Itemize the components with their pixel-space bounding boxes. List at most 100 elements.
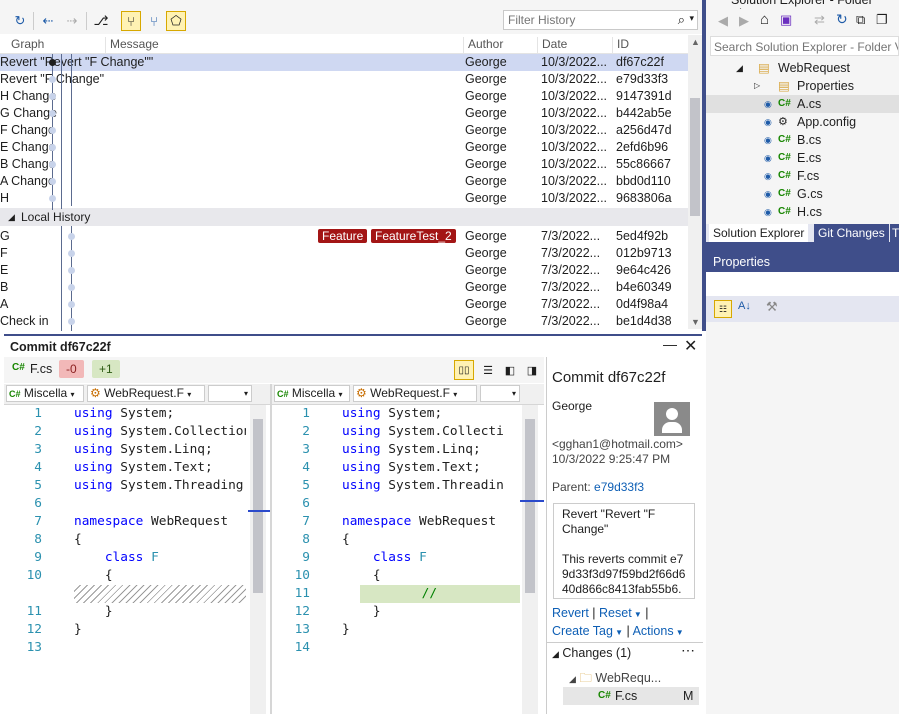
tree-item[interactable]: ◉ C# E.cs (706, 149, 899, 167)
code-line[interactable] (342, 495, 520, 513)
switch-view-icon[interactable]: ▣ (780, 12, 792, 28)
code-line[interactable]: { (342, 531, 520, 549)
right-project-combo[interactable]: C# Miscella ▾ (274, 385, 350, 402)
solution-search-input[interactable] (711, 37, 899, 56)
tab-solution-explorer[interactable]: Solution Explorer (709, 224, 809, 242)
sync-icon[interactable]: ⇄ (814, 12, 825, 28)
collapse-icon[interactable]: ◢ (552, 649, 559, 659)
inline-icon[interactable]: ☰ (478, 360, 498, 380)
tree-item[interactable]: ◉ C# G.cs (706, 185, 899, 203)
tree-item[interactable]: ◉ C# A.cs (706, 95, 899, 113)
code-line[interactable]: class F (74, 549, 246, 567)
compare-commits-icon[interactable]: ⎇ (91, 11, 111, 31)
go-to-parent-icon[interactable]: ⇢ (62, 11, 82, 31)
search-icon[interactable]: ⌕ (678, 12, 685, 28)
commit-row[interactable]: Check in George 7/3/2022... be1d4d38 (0, 313, 688, 330)
column-author[interactable]: Author (463, 37, 503, 53)
branch-tag[interactable]: FeatureTest_2 (371, 229, 456, 243)
refresh-icon[interactable]: ↻ (10, 11, 30, 31)
properties-object-combo[interactable] (706, 272, 899, 296)
tree-item[interactable]: ◉ C# F.cs (706, 167, 899, 185)
tab-team[interactable]: T (890, 224, 899, 242)
code-line[interactable]: class F (342, 549, 520, 567)
collapse-icon[interactable]: ◢ (569, 674, 576, 684)
column-id[interactable]: ID (612, 37, 629, 53)
code-line[interactable]: namespace WebRequest (74, 513, 246, 531)
code-line[interactable] (342, 639, 520, 657)
right-diff-editor[interactable]: C# Miscella ▾ ⚙ WebRequest.F ▾ ▾ 1 using … (272, 384, 544, 714)
go-to-child-icon[interactable]: ⇠ (38, 11, 58, 31)
property-pages-icon[interactable]: ⚒ (766, 299, 778, 315)
show-all-files-icon[interactable]: ❐ (876, 12, 888, 28)
column-graph[interactable]: Graph (7, 37, 44, 53)
reset-link[interactable]: Reset (599, 606, 632, 620)
code-line[interactable]: using System.Linq; (74, 441, 246, 459)
solution-search-box[interactable] (710, 36, 899, 56)
collapse-all-icon[interactable]: ⧉ (856, 12, 865, 28)
commit-row[interactable]: G Change George 10/3/2022... b442ab5e (0, 105, 688, 122)
code-line[interactable]: { (342, 567, 520, 585)
right-editor-scroll-thumb[interactable] (525, 419, 535, 593)
minimize-icon[interactable]: — (663, 336, 677, 352)
chevron-down-icon[interactable]: ▾ (689, 13, 694, 24)
filter-history-input[interactable] (504, 12, 670, 28)
code-line[interactable]: using System; (74, 405, 246, 423)
alphabetical-icon[interactable]: A↓ (738, 300, 751, 312)
code-line[interactable] (74, 495, 246, 513)
code-line[interactable] (74, 639, 246, 657)
create-tag-link[interactable]: Create Tag (552, 624, 613, 638)
refresh-icon[interactable]: ↻ (836, 11, 848, 28)
code-line[interactable]: { (74, 531, 246, 549)
tab-git-changes[interactable]: Git Changes (814, 224, 889, 242)
code-line[interactable]: using System.Text; (74, 459, 246, 477)
commit-row[interactable]: B Change George 10/3/2022... 55c86667 (0, 156, 688, 173)
left-project-combo[interactable]: C# Miscella ▾ (6, 385, 84, 402)
commit-row[interactable]: Revert "Revert "F Change"" George 10/3/202… (0, 54, 688, 71)
column-date[interactable]: Date (537, 37, 567, 53)
back-icon[interactable]: ◀ (718, 13, 728, 29)
code-line[interactable]: { (74, 567, 246, 585)
close-icon[interactable]: ✕ (684, 336, 697, 356)
code-line[interactable]: } (342, 603, 520, 621)
show-tags-icon[interactable]: ⬠ (166, 11, 186, 31)
tree-item[interactable]: ▷ ▤ Properties (706, 77, 899, 95)
show-first-parent-icon[interactable]: ⑂ (121, 11, 141, 31)
code-line[interactable]: } (74, 621, 246, 639)
code-line[interactable]: } (342, 621, 520, 639)
collapse-icon[interactable]: ◢ (8, 208, 15, 226)
left-editor-scrollbar[interactable] (250, 405, 266, 714)
commit-row[interactable]: H George 10/3/2022... 9683806a (0, 190, 688, 207)
expand-icon[interactable]: ▷ (754, 77, 760, 95)
tree-item[interactable]: ◉ C# B.cs (706, 131, 899, 149)
right-only-icon[interactable]: ◨ (522, 360, 542, 380)
actions-link[interactable]: Actions (633, 624, 674, 638)
parent-link[interactable]: e79d33f3 (594, 480, 644, 494)
commit-row[interactable]: E George 7/3/2022... 9e64c426 (0, 262, 688, 279)
categorized-icon[interactable]: ☷ (714, 300, 732, 318)
branch-tag[interactable]: Feature (318, 229, 368, 243)
more-options-icon[interactable]: ⋯ (681, 642, 695, 659)
commit-row[interactable]: A Change George 10/3/2022... bbd0d110 (0, 173, 688, 190)
left-diff-editor[interactable]: C# Miscella ▾ ⚙ WebRequest.F ▾ ▾ 1 using … (4, 384, 270, 714)
commit-row[interactable]: F Change George 10/3/2022... a256d47d (0, 122, 688, 139)
commit-message-box[interactable]: Revert "Revert "F Change" This reverts c… (553, 503, 695, 599)
left-editor-scroll-thumb[interactable] (253, 419, 263, 593)
left-third-combo[interactable]: ▾ (208, 385, 252, 402)
left-member-combo[interactable]: ⚙ WebRequest.F ▾ (87, 385, 205, 402)
right-third-combo[interactable]: ▾ (480, 385, 520, 402)
code-line[interactable]: using System.Collection (74, 423, 246, 441)
tree-item[interactable]: ◉ C# H.cs (706, 203, 899, 221)
revert-link[interactable]: Revert (552, 606, 589, 620)
code-line[interactable]: using System; (342, 405, 520, 423)
side-by-side-icon[interactable]: ▯▯ (454, 360, 474, 380)
code-line[interactable]: using System.Threading. (74, 477, 246, 495)
commit-row[interactable]: Revert "F Change" George 10/3/2022... e79d3… (0, 71, 688, 88)
code-line[interactable]: using System.Text; (342, 459, 520, 477)
code-line[interactable]: namespace WebRequest (342, 513, 520, 531)
chevron-down-icon[interactable]: ▼ (674, 628, 684, 637)
show-remote-branches-icon[interactable]: ⑂ (144, 11, 164, 31)
right-member-combo[interactable]: ⚙ WebRequest.F ▾ (353, 385, 477, 402)
collapse-icon[interactable]: ◢ (736, 59, 743, 77)
code-line[interactable]: } (74, 603, 246, 621)
tree-item[interactable]: ◉ ⚙ App.config (706, 113, 899, 131)
